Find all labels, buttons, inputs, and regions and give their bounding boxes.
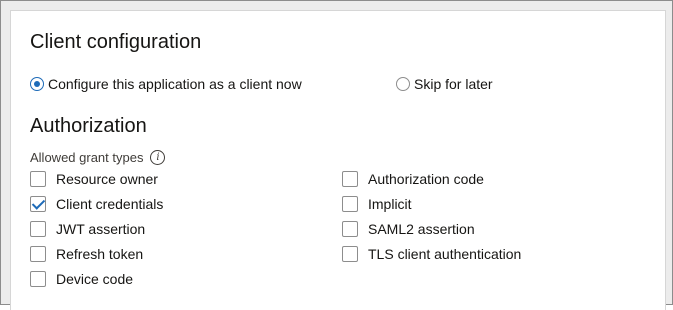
window-frame: Client configuration Configure this appl… — [0, 0, 673, 310]
info-icon[interactable]: i — [150, 150, 166, 165]
grant-type-refresh-token[interactable]: Refresh token — [30, 246, 143, 262]
device-code-checkbox[interactable] — [30, 271, 46, 287]
skip-for-later-radio-option[interactable]: Skip for later — [396, 76, 493, 92]
client-credentials-label: Client credentials — [56, 196, 164, 212]
resource-owner-label: Resource owner — [56, 171, 158, 187]
client-credentials-checkbox[interactable] — [30, 196, 46, 212]
allowed-grant-types-label: Allowed grant types i — [30, 150, 166, 165]
implicit-label: Implicit — [368, 196, 412, 212]
implicit-checkbox[interactable] — [342, 196, 358, 212]
grant-type-authorization-code[interactable]: Authorization code — [342, 171, 484, 187]
grant-type-tls-client-authentication[interactable]: TLS client authentication — [342, 246, 521, 262]
client-configuration-panel: Client configuration Configure this appl… — [10, 10, 666, 310]
resource-owner-checkbox[interactable] — [30, 171, 46, 187]
authorization-title: Authorization — [30, 115, 147, 137]
configure-now-radio[interactable] — [30, 77, 44, 91]
authorization-code-checkbox[interactable] — [342, 171, 358, 187]
configure-now-radio-option[interactable]: Configure this application as a client n… — [30, 76, 302, 92]
grant-type-client-credentials[interactable]: Client credentials — [30, 196, 163, 212]
skip-for-later-radio[interactable] — [396, 77, 410, 91]
skip-for-later-label: Skip for later — [414, 76, 493, 92]
grant-type-implicit[interactable]: Implicit — [342, 196, 412, 212]
authorization-code-label: Authorization code — [368, 171, 484, 187]
configure-now-label: Configure this application as a client n… — [48, 76, 302, 92]
grant-type-device-code[interactable]: Device code — [30, 271, 133, 287]
refresh-token-label: Refresh token — [56, 246, 144, 262]
jwt-assertion-label: JWT assertion — [56, 221, 146, 237]
saml2-assertion-label: SAML2 assertion — [368, 221, 475, 237]
saml2-assertion-checkbox[interactable] — [342, 221, 358, 237]
device-code-label: Device code — [56, 271, 134, 287]
client-configuration-title: Client configuration — [30, 31, 202, 53]
jwt-assertion-checkbox[interactable] — [30, 221, 46, 237]
allowed-grant-types-text: Allowed grant types — [30, 150, 144, 165]
tls-client-authentication-label: TLS client authentication — [368, 246, 522, 262]
tls-client-authentication-checkbox[interactable] — [342, 246, 358, 262]
grant-type-resource-owner[interactable]: Resource owner — [30, 171, 158, 187]
grant-type-jwt-assertion[interactable]: JWT assertion — [30, 221, 145, 237]
grant-type-saml2-assertion[interactable]: SAML2 assertion — [342, 221, 475, 237]
refresh-token-checkbox[interactable] — [30, 246, 46, 262]
